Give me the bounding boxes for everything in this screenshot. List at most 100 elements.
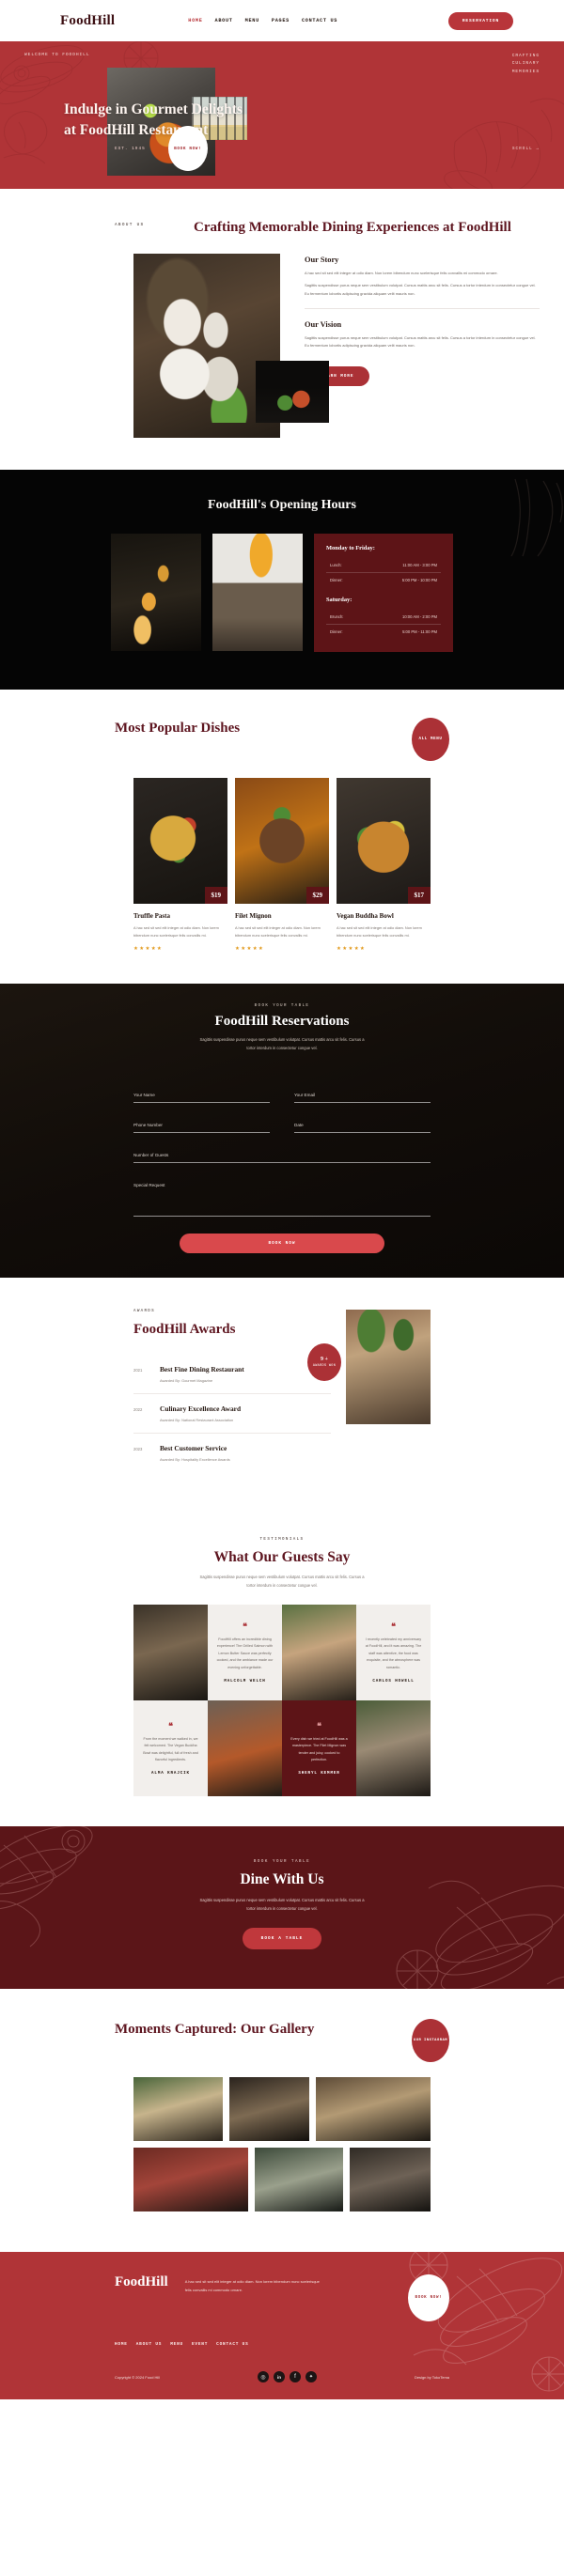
nav-item-about[interactable]: ABOUT xyxy=(215,18,233,23)
field-number-of-guests xyxy=(133,1133,431,1164)
footer-nav-item-event[interactable]: EVENT xyxy=(192,2342,208,2347)
gallery-header: Moments Captured: Our Gallery OUR INSTAG… xyxy=(24,2019,540,2063)
testimonial-card-inner: ❝ From the moment we walked in, we felt … xyxy=(133,1700,208,1797)
gallery-image-1[interactable] xyxy=(133,2077,223,2142)
nav-item-contact-us[interactable]: CONTACT US xyxy=(302,18,337,23)
our-vision-heading: Our Vision xyxy=(305,319,342,329)
testimonial-photo-cell xyxy=(356,1700,431,1797)
reservations-eyebrow: BOOK YOUR TABLE xyxy=(254,1004,310,1009)
our-instagram-button[interactable]: OUR INSTAGRAM xyxy=(412,2019,449,2063)
dish-card[interactable]: $29 Filet Mignon A hac sed sit sed elit … xyxy=(235,777,329,952)
dish-name: Truffle Pasta xyxy=(133,911,170,920)
award-year: 2023 xyxy=(133,1447,143,1452)
testimonial-image-guest-2 xyxy=(282,1605,356,1701)
number-of-guests-input[interactable] xyxy=(133,1153,431,1164)
dine-with-us-section: BOOK YOUR TABLE Dine With Us Sagittis su… xyxy=(0,1826,564,1990)
nav-item-pages[interactable]: PAGES xyxy=(272,18,290,23)
site-header: FoodHill HOME ABOUT MENU PAGES CONTACT U… xyxy=(0,0,564,41)
footer-nav: HOME ABOUT US MENU EVENT CONTACT US xyxy=(24,2342,540,2347)
footer-nav-item-menu[interactable]: MENU xyxy=(170,2342,183,2347)
dish-image-truffle-pasta: $19 xyxy=(133,777,227,904)
phone-number-input[interactable] xyxy=(133,1123,270,1134)
footer-nav-item-contact-us[interactable]: CONTACT US xyxy=(216,2342,248,2347)
dish-rating-stars: ★★★★★ xyxy=(337,946,367,953)
hero-book-now-button[interactable]: BOOK NOW! xyxy=(167,126,208,171)
quote-icon: ❝ xyxy=(243,1621,247,1631)
footer-copyright: Copyright © 2024 Food Hill xyxy=(115,2374,161,2380)
footer-top-row: FoodHill A hac sed sit sed elit integer … xyxy=(24,2274,540,2322)
footer-nav-item-home[interactable]: HOME xyxy=(115,2342,128,2347)
testimonial-author: SHERYL KEMMER xyxy=(298,1771,340,1776)
awards-image-column: 9 + AWARDS WON xyxy=(307,1310,431,1425)
page-root: FoodHill HOME ABOUT MENU PAGES CONTACT U… xyxy=(0,0,564,2400)
dishes-title: Most Popular Dishes xyxy=(115,720,241,736)
hero-eyebrow-left: WELCOME TO FOODHILL xyxy=(24,53,90,57)
linkedin-icon[interactable]: in xyxy=(274,2371,286,2383)
special-request-input[interactable] xyxy=(133,1183,431,1218)
dish-card[interactable]: $19 Truffle Pasta A hac sed sit sed elit… xyxy=(133,777,227,952)
footer-logo[interactable]: FoodHill xyxy=(115,2274,168,2290)
award-item: 2023 Best Customer Service Awarded By: H… xyxy=(133,1433,331,1472)
gallery-image-3[interactable] xyxy=(316,2077,431,2142)
field-your-email xyxy=(294,1073,431,1104)
gallery-image-6[interactable] xyxy=(350,2148,431,2212)
your-email-input[interactable] xyxy=(294,1093,431,1104)
opening-hours-content: Monday to Friday: Lunch: 11:00 AM - 3:00… xyxy=(0,533,564,652)
hours-time: 10:00 AM - 2:00 PM xyxy=(401,613,437,619)
testimonials-grid: ❝ FoodHill offers an incredible dining e… xyxy=(24,1605,540,1797)
quote-icon: ❝ xyxy=(168,1720,173,1730)
your-name-input[interactable] xyxy=(133,1093,270,1104)
hours-row-saturday-brunch: Brunch: 10:00 AM - 2:00 PM xyxy=(326,610,441,625)
facebook-icon[interactable]: f xyxy=(290,2371,302,2383)
hours-label: Lunch: xyxy=(330,562,342,567)
award-awarded-by: Awarded By: Hospitality Excellence Award… xyxy=(160,1457,230,1463)
testimonial-image-guest-4 xyxy=(356,1700,431,1797)
hours-time: 11:00 AM - 3:00 PM xyxy=(402,562,437,567)
dish-card[interactable]: $17 Vegan Buddha Bowl A hac sed sit sed … xyxy=(337,777,431,953)
our-story-heading: Our Story xyxy=(305,255,339,264)
nav-item-menu[interactable]: MENU xyxy=(245,18,259,23)
awards-image-interior xyxy=(346,1310,431,1425)
about-image-dish xyxy=(256,360,329,423)
award-awarded-by: Awarded By: National Restaurant Associat… xyxy=(160,1418,234,1423)
testimonial-card: ❝ Every dish we tried at FoodHill was a … xyxy=(282,1700,356,1797)
reservation-button[interactable]: RESERVATION xyxy=(447,11,513,30)
gallery-image-4[interactable] xyxy=(133,2148,248,2212)
popular-dishes-section: Most Popular Dishes ALL MENU $19 Truffle… xyxy=(0,689,564,985)
dish-description: A hac sed sit sed elit integer at odio d… xyxy=(133,924,219,938)
all-menu-button[interactable]: ALL MENU xyxy=(412,717,449,761)
dishes-grid: $19 Truffle Pasta A hac sed sit sed elit… xyxy=(24,777,540,953)
about-body: Our Story A hac sed sit sed elit integer… xyxy=(24,253,540,438)
testimonial-image-guest-1 xyxy=(133,1605,208,1701)
twitter-icon[interactable]: ✦ xyxy=(306,2371,318,2383)
award-awarded-by: Awarded By: Gourmet Magazine xyxy=(160,1378,213,1384)
dish-price: $29 xyxy=(306,886,329,904)
site-logo[interactable]: FoodHill xyxy=(60,13,115,29)
footer-book-now-button[interactable]: BOOK NOW! xyxy=(408,2274,449,2322)
hero-scroll-hint[interactable]: SCROLL → xyxy=(512,147,540,151)
awards-row: AWARDS FoodHill Awards 2021 Best Fine Di… xyxy=(24,1310,540,1472)
footer-social-links: ◎ in f ✦ xyxy=(258,2371,318,2383)
hours-label: Dinner: xyxy=(330,628,343,634)
gallery-image-5[interactable] xyxy=(254,2148,344,2212)
about-text-column: Our Story A hac sed sit sed elit integer… xyxy=(305,254,540,438)
instagram-icon[interactable]: ◎ xyxy=(258,2371,270,2383)
gallery-image-2[interactable] xyxy=(228,2077,310,2142)
award-title: Culinary Excellence Award xyxy=(160,1404,242,1414)
gallery-section: Moments Captured: Our Gallery OUR INSTAG… xyxy=(0,1989,564,2253)
date-input[interactable] xyxy=(294,1123,431,1134)
awards-eyebrow: AWARDS xyxy=(133,1310,155,1314)
opening-hours-title: FoodHill's Opening Hours xyxy=(208,497,356,512)
nav-item-home[interactable]: HOME xyxy=(188,18,202,23)
reservations-section: BOOK YOUR TABLE FoodHill Reservations Sa… xyxy=(0,984,564,1278)
dishes-header: Most Popular Dishes ALL MENU xyxy=(24,717,540,761)
reservation-submit-button[interactable]: BOOK NOW xyxy=(180,1234,384,1254)
testimonials-lede: Sagittis suspendisse purus neque sem ves… xyxy=(199,1575,365,1589)
gallery-row xyxy=(133,2148,431,2212)
primary-nav: HOME ABOUT MENU PAGES CONTACT US xyxy=(188,18,337,23)
testimonial-image-guest-3 xyxy=(208,1700,282,1797)
footer-nav-item-about-us[interactable]: ABOUT US xyxy=(136,2342,162,2347)
our-story-paragraph-2: Sagittis suspendisse purus neque sem ves… xyxy=(305,283,536,296)
book-a-table-button[interactable]: BOOK A TABLE xyxy=(242,1928,322,1950)
dish-price: $17 xyxy=(407,886,431,904)
